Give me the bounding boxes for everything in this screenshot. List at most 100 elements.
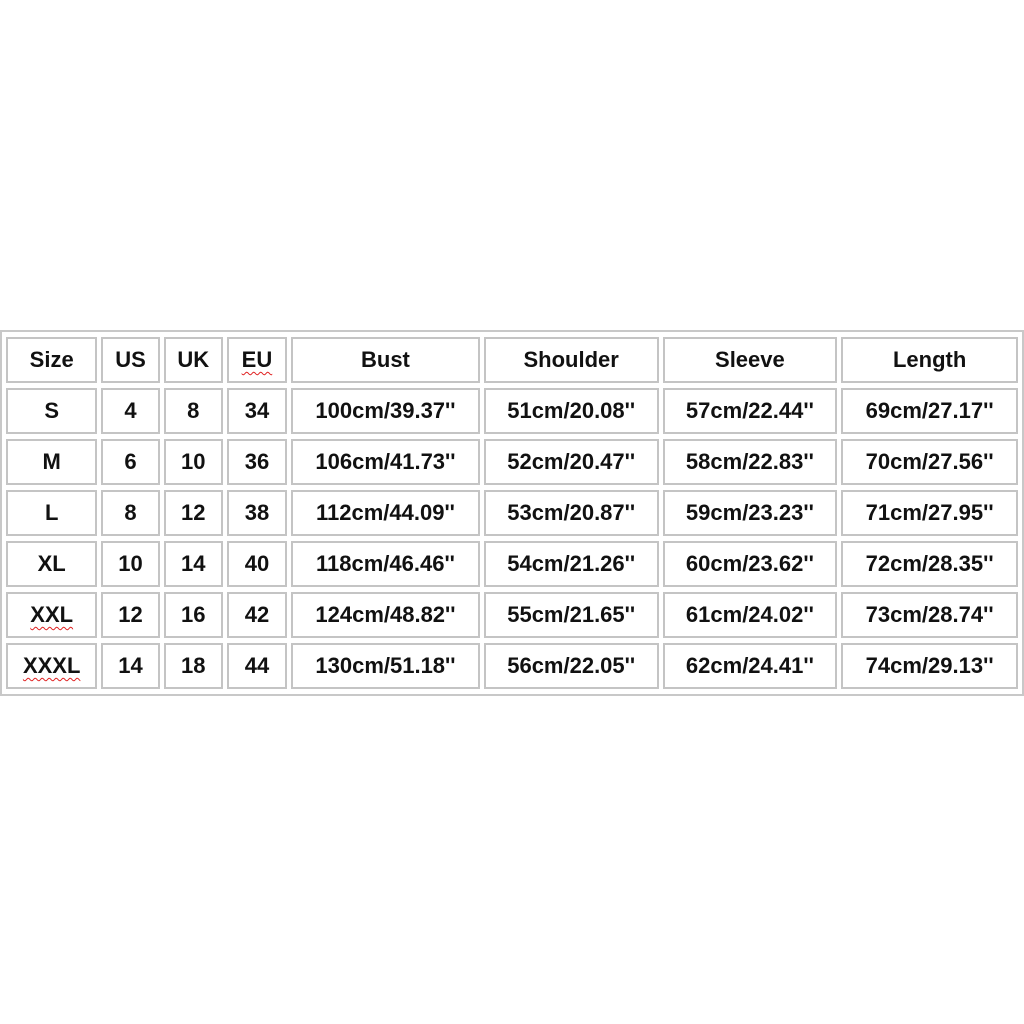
cell-size: XL — [6, 541, 98, 587]
cell-text: 8 — [124, 500, 137, 525]
cell-text: 118cm/46.46'' — [315, 551, 455, 576]
cell-text: 72cm/28.35'' — [865, 551, 994, 576]
cell-text: 74cm/29.13'' — [865, 653, 994, 678]
cell-text: 16 — [180, 602, 206, 627]
cell-text: 56cm/22.05'' — [507, 653, 636, 678]
cell-text: EU — [241, 347, 273, 372]
cell-text: 42 — [244, 602, 270, 627]
cell-text: 36 — [244, 449, 270, 474]
cell-uk: 18 — [163, 643, 223, 689]
cell-size: M — [6, 439, 98, 485]
cell-size: XXXL — [6, 643, 98, 689]
cell-text: US — [115, 347, 146, 372]
cell-text: M — [42, 449, 61, 474]
cell-size: S — [6, 388, 98, 434]
cell-text: 53cm/20.87'' — [507, 500, 636, 525]
cell-us: 10 — [101, 541, 160, 587]
cell-text: 57cm/22.44'' — [685, 398, 814, 423]
size-table: Size US UK EU Bust Shoulder Sleeve Length S 4 8 34 1… — [2, 332, 1022, 694]
cell-size: XXL — [6, 592, 98, 638]
cell-length: 71cm/27.95'' — [841, 490, 1018, 536]
cell-length: 73cm/28.74'' — [841, 592, 1018, 638]
cell-text: 124cm/48.82'' — [315, 602, 456, 627]
cell-us: 8 — [101, 490, 160, 536]
table-row: L 8 12 38 112cm/44.09'' 53cm/20.87'' 59cm/23.2… — [6, 490, 1018, 536]
cell-text: XXXL — [22, 653, 81, 678]
cell-text: 44 — [244, 653, 270, 678]
cell-text: Sleeve — [715, 347, 785, 372]
cell-sleeve: 60cm/23.62'' — [662, 541, 838, 587]
cell-shoulder: 51cm/20.08'' — [483, 388, 659, 434]
cell-text: 51cm/20.08'' — [507, 398, 636, 423]
cell-bust: 106cm/41.73'' — [291, 439, 480, 485]
cell-sleeve: 58cm/22.83'' — [662, 439, 838, 485]
cell-text: 10 — [118, 551, 143, 576]
cell-bust: Bust — [291, 337, 480, 383]
cell-sleeve: 59cm/23.23'' — [662, 490, 838, 536]
table-row: XL 10 14 40 118cm/46.46'' 54cm/21.26'' 60cm/23… — [6, 541, 1018, 587]
cell-shoulder: 53cm/20.87'' — [483, 490, 659, 536]
cell-text: Length — [892, 347, 967, 372]
cell-uk: 10 — [163, 439, 223, 485]
cell-shoulder: 52cm/20.47'' — [483, 439, 659, 485]
cell-shoulder: 56cm/22.05'' — [483, 643, 659, 689]
cell-us: 6 — [101, 439, 160, 485]
cell-text: L — [44, 500, 59, 525]
cell-length: 69cm/27.17'' — [841, 388, 1018, 434]
cell-text: Size — [29, 347, 74, 372]
cell-shoulder: 54cm/21.26'' — [483, 541, 659, 587]
cell-text: 52cm/20.47'' — [507, 449, 636, 474]
cell-text: 106cm/41.73'' — [315, 449, 456, 474]
cell-uk: 12 — [163, 490, 223, 536]
cell-sleeve: 57cm/22.44'' — [662, 388, 838, 434]
cell-length: 74cm/29.13'' — [841, 643, 1018, 689]
cell-eu: 36 — [226, 439, 288, 485]
cell-text: Shoulder — [523, 347, 619, 372]
cell-length: 70cm/27.56'' — [841, 439, 1018, 485]
cell-text: 61cm/24.02'' — [685, 602, 814, 627]
cell-bust: 118cm/46.46'' — [291, 541, 480, 587]
table-row: S 4 8 34 100cm/39.37'' 51cm/20.08'' 57cm/22.44… — [6, 388, 1018, 434]
cell-text: 100cm/39.37'' — [315, 398, 456, 423]
cell-bust: 100cm/39.37'' — [291, 388, 480, 434]
cell-length: 72cm/28.35'' — [841, 541, 1018, 587]
cell-text: 70cm/27.56'' — [865, 449, 994, 474]
cell-text: 34 — [244, 398, 270, 423]
cell-us: US — [101, 337, 160, 383]
header-row: Size US UK EU Bust Shoulder Sleeve Length — [6, 337, 1018, 383]
cell-eu: 38 — [226, 490, 288, 536]
cell-text: 38 — [244, 500, 270, 525]
cell-uk: 14 — [163, 541, 223, 587]
cell-text: 69cm/27.17'' — [865, 398, 994, 423]
cell-text: UK — [177, 347, 210, 372]
table-row: XXXL 14 18 44 130cm/51.18'' 56cm/22.05'' 62cm/… — [6, 643, 1018, 689]
cell-text: 6 — [124, 449, 137, 474]
cell-shoulder: 55cm/21.65'' — [483, 592, 659, 638]
cell-uk: UK — [163, 337, 223, 383]
cell-eu: 44 — [226, 643, 288, 689]
cell-text: 130cm/51.18'' — [315, 653, 456, 678]
cell-eu: 40 — [226, 541, 288, 587]
table-row: XXL 12 16 42 124cm/48.82'' 55cm/21.65'' 61cm/2… — [6, 592, 1018, 638]
cell-text: 10 — [180, 449, 206, 474]
cell-shoulder: Shoulder — [483, 337, 659, 383]
cell-bust: 112cm/44.09'' — [291, 490, 480, 536]
cell-us: 14 — [101, 643, 160, 689]
cell-text: 12 — [118, 602, 143, 627]
cell-size: Size — [6, 337, 98, 383]
cell-text: 14 — [180, 551, 206, 576]
cell-text: 8 — [187, 398, 200, 423]
cell-text: 4 — [124, 398, 137, 423]
cell-text: S — [44, 398, 60, 423]
cell-sleeve: 61cm/24.02'' — [662, 592, 838, 638]
cell-sleeve: Sleeve — [662, 337, 838, 383]
cell-length: Length — [841, 337, 1018, 383]
cell-text: 40 — [244, 551, 270, 576]
cell-eu: 34 — [226, 388, 288, 434]
cell-text: 112cm/44.09'' — [315, 500, 455, 525]
cell-text: 12 — [180, 500, 206, 525]
cell-us: 4 — [101, 388, 160, 434]
cell-bust: 130cm/51.18'' — [291, 643, 480, 689]
cell-text: 59cm/23.23'' — [685, 500, 814, 525]
cell-eu: 42 — [226, 592, 288, 638]
